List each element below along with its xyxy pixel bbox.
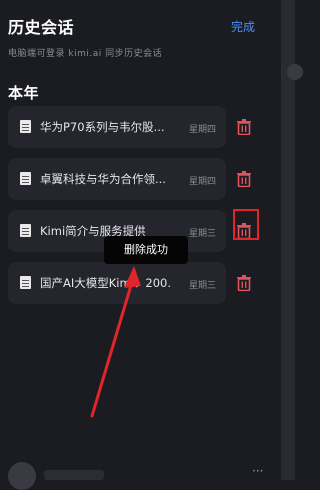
conversation-day: 星期四 [188,125,216,135]
conversation-row: 华为P70系列与韦尔股... 星期四 [8,106,278,158]
trash-icon[interactable] [237,119,251,135]
conversation-row: 国产AI大模型Kimi：200... 星期三 [8,262,278,314]
conversation-list: 华为P70系列与韦尔股... 星期四 卓翼科技与华为合作领... 星期四 Kim… [8,106,278,314]
conversation-row: 卓翼科技与华为合作领... 星期四 [8,158,278,210]
conversation-day: 星期三 [188,281,216,291]
document-icon [20,224,31,237]
document-icon [20,120,31,133]
document-icon [20,276,31,289]
avatar[interactable] [8,462,36,490]
conversation-day: 星期四 [188,177,216,187]
conversation-card[interactable]: 华为P70系列与韦尔股... 星期四 [8,106,226,148]
trash-icon[interactable] [237,171,251,187]
trash-icon[interactable] [237,275,251,291]
document-icon [20,172,31,185]
header: 历史会话 完成 [8,14,295,38]
conversation-card[interactable]: 卓翼科技与华为合作领... 星期四 [8,158,226,200]
more-menu-button[interactable]: ··· [252,464,263,478]
conversation-card[interactable]: 国产AI大模型Kimi：200... 星期三 [8,262,226,304]
conversation-title: 华为P70系列与韦尔股... [40,120,165,134]
conversation-day: 星期三 [188,229,216,239]
highlight-box [233,209,259,240]
drawer-handle[interactable] [287,64,303,80]
conversation-title: 国产AI大模型Kimi：200... [40,276,170,290]
login-hint: 电脑端可登录 kimi.ai 同步历史会话 [8,49,163,59]
toast-message: 删除成功 [104,236,188,264]
section-title: 本年 [8,84,40,102]
side-panel-edge [281,0,303,480]
user-name-placeholder [44,470,104,480]
done-button[interactable]: 完成 [231,18,255,35]
conversation-title: 卓翼科技与华为合作领... [40,172,166,186]
